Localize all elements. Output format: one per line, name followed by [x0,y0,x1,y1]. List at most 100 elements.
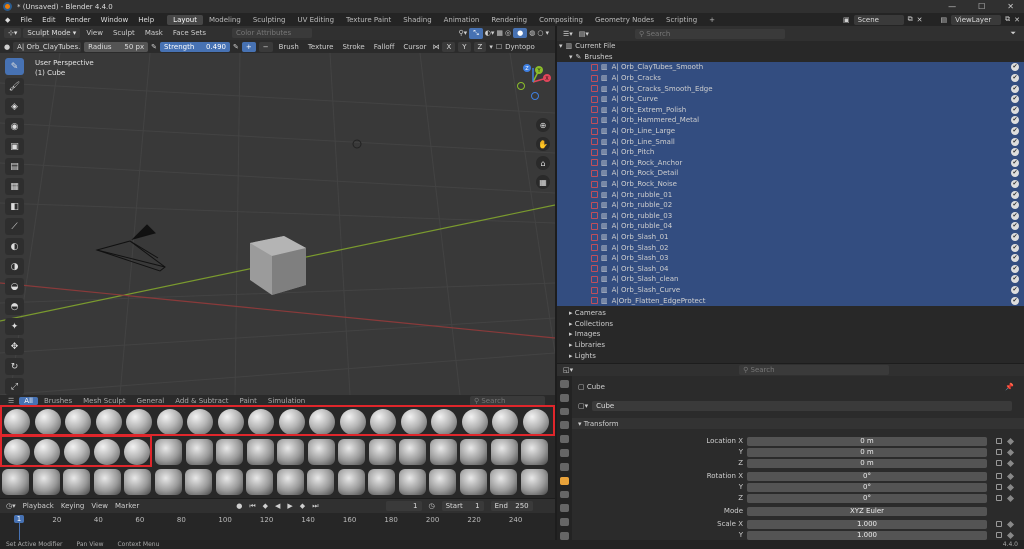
outliner-lights-row[interactable]: ▸ Lights [557,350,1024,361]
brush-thumbnail[interactable] [94,439,120,465]
rotate-tool-icon[interactable]: ↻ [5,358,24,375]
brush-thumbnail[interactable] [309,409,335,435]
menu-help[interactable]: Help [133,16,159,24]
workspace-tab-uv-editing[interactable]: UV Editing [292,15,341,25]
data-tab-icon[interactable] [560,532,569,540]
fake-user-check-icon[interactable]: ✔ [1011,254,1019,263]
transform-panel-header[interactable]: ▾ Transform [572,418,1024,429]
brush-thumbnail[interactable] [461,409,488,435]
brush-thumbnail[interactable] [246,439,274,465]
pressure-icon[interactable]: ✎ [233,43,239,51]
view-object-types-icon[interactable]: ⚲▾ [459,29,468,37]
box-hide-tool-icon[interactable]: ▤ [5,158,24,175]
brushes-group-row[interactable]: ▾ ✎ Brushes [557,52,1024,63]
brush-thumbnail[interactable] [126,409,152,435]
workspace-tab-layout[interactable]: Layout [167,14,203,25]
fake-user-check-icon[interactable]: ✔ [1011,169,1019,178]
workspace-tab-shading[interactable]: Shading [397,15,437,25]
brush-thumbnail[interactable] [370,409,396,435]
brush-thumbnail[interactable] [34,439,60,465]
box-face-set-tool-icon[interactable]: ▦ [5,178,24,195]
brush-thumbnail[interactable] [34,409,61,435]
close-icon[interactable]: ✕ [1014,16,1020,24]
brush-thumbnail[interactable] [338,439,365,465]
menu-brush[interactable]: Brush [276,43,302,51]
paint-tool-icon[interactable]: 🖌 [5,78,24,95]
brush-row[interactable]: ▥ A| Orb_Slash_clean ✔ [557,274,1024,285]
symmetry-x-button[interactable]: X [442,41,456,52]
outliner-libraries-row[interactable]: ▸ Libraries [557,340,1024,351]
menu-playback[interactable]: Playback [23,502,54,510]
light-object[interactable] [352,139,362,149]
properties-search-input[interactable]: ⚲ Search [739,365,890,375]
lock-icon[interactable] [996,438,1002,444]
menu-stroke[interactable]: Stroke [339,43,367,51]
brush-row[interactable]: ▥ A| Orb_Slash_04 ✔ [557,263,1024,275]
lock-icon[interactable] [996,532,1002,538]
brush-row[interactable]: ▥ A| Orb_Curve ✔ [557,94,1024,105]
brush-row[interactable]: ▥ A| Orb_Rock_Noise ✔ [557,178,1024,190]
outliner-collections-row[interactable]: ▸ Collections [557,319,1024,330]
camera-view-icon[interactable]: ⌂ [536,156,550,170]
brush-thumbnail[interactable] [307,469,334,495]
workspace-tab-texture-paint[interactable]: Texture Paint [340,15,397,25]
brush-thumbnail[interactable] [368,439,396,465]
lock-icon[interactable] [996,460,1002,466]
xray-icon[interactable]: ▦ [496,29,503,37]
brush-thumbnail[interactable] [429,469,456,495]
fake-user-check-icon[interactable]: ✔ [1011,95,1019,104]
3d-viewport[interactable] [0,53,555,395]
box-mask-tool-icon[interactable]: ▣ [5,138,24,155]
brush-thumbnail[interactable] [278,409,305,435]
fake-user-check-icon[interactable]: ✔ [1011,105,1019,114]
brush-thumbnail[interactable] [276,469,304,495]
brush-thumbnail[interactable] [520,469,548,495]
line-project-tool-icon[interactable]: ⟋ [5,218,24,235]
fake-user-check-icon[interactable]: ✔ [1011,243,1019,252]
brush-thumbnail[interactable] [217,409,244,435]
copy-icon[interactable]: ⧉ [908,15,913,24]
view-layer-selector[interactable]: ViewLayer [951,14,1002,25]
lock-icon[interactable] [996,449,1002,455]
lock-icon[interactable] [996,484,1002,490]
shelf-tab-general[interactable]: General [132,397,170,405]
editor-type-icon[interactable]: ⊹▾ [4,28,22,38]
brush-thumbnail[interactable] [185,439,213,465]
workspace-tab-compositing[interactable]: Compositing [533,15,589,25]
fake-user-check-icon[interactable]: ✔ [1011,264,1019,273]
keyframe-icon[interactable] [1006,531,1015,539]
menu-render[interactable]: Render [61,16,96,24]
collection-tab-icon[interactable] [560,462,569,471]
symmetry-y-button[interactable]: Y [458,41,471,52]
current-frame-field[interactable]: 1 [385,501,422,511]
brush-thumbnail[interactable] [490,439,518,465]
filter-icon[interactable]: ⏷ [1010,29,1024,38]
brush-row[interactable]: ▥ A| Orb_Slash_02 ✔ [557,242,1024,253]
brush-row[interactable]: ▥ A| Orb_Hammered_Metal ✔ [557,115,1024,126]
brush-thumbnail[interactable] [95,409,122,435]
brush-thumbnail[interactable] [398,469,426,495]
menu-edit[interactable]: Edit [37,16,61,24]
keyframe-icon[interactable] [1006,437,1015,445]
fake-user-check-icon[interactable]: ✔ [1011,84,1019,93]
render-tab-icon[interactable] [560,393,569,402]
brush-preview-icon[interactable]: ● [4,43,10,51]
fake-user-check-icon[interactable]: ✔ [1011,74,1019,83]
dyntopo-label[interactable]: Dyntopo [505,43,535,51]
fake-user-check-icon[interactable]: ✔ [1011,116,1019,125]
current-file-row[interactable]: ▾ ▥ Current File [557,41,1024,52]
pressure-icon[interactable]: ✎ [151,43,157,51]
properties-editor-icon[interactable]: ◱▾ [563,366,573,374]
workspace-tab-geometry-nodes[interactable]: Geometry Nodes [589,15,660,25]
shelf-tab-brushes[interactable]: Brushes [39,397,77,405]
brush-thumbnail[interactable] [4,409,30,435]
menu-marker[interactable]: Marker [115,502,139,510]
brush-thumbnail[interactable] [307,439,335,465]
brush-thumbnail[interactable] [64,439,90,465]
zoom-icon[interactable]: ⊕ [536,118,550,132]
shelf-tab-all[interactable]: All [19,396,38,405]
transform-value-field[interactable]: 0° [747,471,987,481]
brush-row[interactable]: ▥ A| Orb_Pitch ✔ [557,147,1024,158]
menu-face-sets[interactable]: Face Sets [169,29,210,37]
object-name-field[interactable]: Cube [592,401,1013,411]
